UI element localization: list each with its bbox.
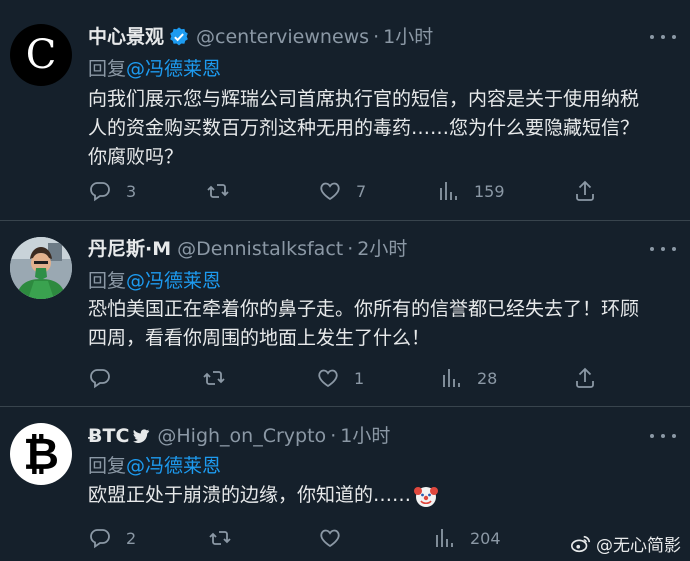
retweet-button[interactable] [202, 363, 240, 393]
retweet-icon [209, 531, 231, 545]
heart-icon [320, 529, 340, 548]
author-name[interactable]: ɃTC [88, 424, 129, 448]
bird-emoji-icon [131, 426, 151, 446]
share-button[interactable] [573, 363, 597, 393]
tweet-text-line: 欧盟正处于崩溃的边缘，你知道的…… [88, 484, 412, 506]
avatar-letter: ₿ [23, 428, 59, 480]
share-icon [576, 367, 594, 388]
heart-icon [318, 369, 338, 388]
reply-button[interactable]: 3 [88, 176, 136, 206]
reply-button[interactable] [88, 363, 126, 393]
reply-prefix: 回复 [88, 455, 127, 477]
watermark: @无心简影 [569, 531, 681, 556]
author-handle[interactable]: @Dennistalksfact [177, 237, 343, 261]
like-button[interactable] [318, 523, 356, 553]
tweet-text-line: 人的资金购买数百万剂这种无用的毒药……您为什么要隐藏短信？ [88, 117, 640, 139]
reply-context: 回复@冯德莱恩 [88, 57, 221, 81]
views-button[interactable]: 204 [432, 523, 501, 553]
tweet-text-line: 你腐败吗？ [88, 146, 184, 168]
like-count: 7 [356, 181, 367, 201]
tweet[interactable]: 丹尼斯·M @Dennistalksfact · 2小时 回复@冯德莱恩 恐怕美… [0, 221, 690, 407]
separator-dot: · [373, 26, 380, 48]
retweet-button[interactable] [208, 523, 246, 553]
like-button[interactable]: 7 [318, 176, 366, 206]
reply-icon [90, 182, 110, 202]
separator-dot: · [347, 238, 354, 260]
timestamp[interactable]: 2小时 [357, 237, 407, 261]
avatar-letter: C [25, 32, 57, 78]
mention-link[interactable]: @冯德莱恩 [126, 270, 221, 292]
avatar[interactable]: ₿ [10, 423, 72, 485]
verified-badge-icon [168, 26, 190, 48]
reply-prefix: 回复 [88, 58, 127, 80]
views-icon [440, 182, 457, 200]
like-button[interactable]: 1 [316, 363, 364, 393]
views-icon [436, 529, 453, 547]
reply-icon [90, 529, 110, 549]
mention-link[interactable]: @冯德莱恩 [126, 58, 221, 80]
tweet-text: 欧盟正处于崩溃的边缘，你知道的…… [88, 481, 684, 510]
author-handle[interactable]: @High_on_Crypto [157, 424, 326, 448]
watermark-text: @无心简影 [596, 536, 681, 556]
tweet-text-line: 恐怕美国正在牵着你的鼻子走。你所有的信誉都已经失去了！环顾 [88, 298, 640, 320]
reply-button[interactable]: 2 [88, 523, 136, 553]
views-button[interactable]: 28 [439, 363, 497, 393]
reply-prefix: 回复 [88, 270, 127, 292]
avatar[interactable] [10, 237, 72, 299]
tweet[interactable]: C 中心景观 @centerviewnews · 1小时 回复@冯德莱恩 向我们… [0, 0, 690, 221]
avatar-photo [10, 237, 72, 299]
reply-count: 3 [126, 181, 137, 201]
clown-emoji-icon [413, 483, 439, 509]
reply-context: 回复@冯德莱恩 [88, 269, 221, 293]
action-bar: 3 7 159 [88, 176, 598, 206]
weibo-logo-icon [571, 535, 591, 552]
tweet-text-line: 四周，看看你周围的地面上发生了什么！ [88, 327, 431, 349]
heart-icon [320, 182, 340, 201]
more-options-icon[interactable] [650, 239, 676, 259]
action-bar: 1 28 [88, 363, 598, 393]
views-count: 28 [477, 368, 498, 388]
reply-context: 回复@冯德莱恩 [88, 454, 221, 478]
author-name[interactable]: 中心景观 [88, 25, 164, 49]
retweet-icon [207, 184, 229, 198]
reply-count: 2 [126, 528, 137, 548]
author-handle[interactable]: @centerviewnews [196, 25, 369, 49]
timestamp[interactable]: 1小时 [383, 25, 433, 49]
views-button[interactable]: 159 [436, 176, 505, 206]
tweet-text: 恐怕美国正在牵着你的鼻子走。你所有的信誉都已经失去了！环顾 四周，看看你周围的地… [88, 295, 684, 353]
views-count: 159 [474, 181, 505, 201]
share-icon [576, 180, 594, 201]
author-name[interactable]: 丹尼斯·M [88, 237, 171, 261]
more-options-icon[interactable] [650, 426, 676, 446]
avatar[interactable]: C [10, 24, 72, 86]
reply-icon [90, 369, 110, 389]
views-count: 204 [470, 528, 501, 548]
views-icon [443, 369, 460, 387]
more-options-icon[interactable] [650, 27, 676, 47]
mention-link[interactable]: @冯德莱恩 [126, 455, 221, 477]
retweet-button[interactable] [206, 176, 244, 206]
timestamp[interactable]: 1小时 [340, 424, 390, 448]
tweet-text: 向我们展示您与辉瑞公司首席执行官的短信，内容是关于使用纳税 人的资金购买数百万剂… [88, 85, 684, 172]
like-count: 1 [354, 368, 365, 388]
action-bar: 2 204 [88, 523, 598, 553]
separator-dot: · [330, 425, 337, 447]
share-button[interactable] [573, 176, 597, 206]
retweet-icon [203, 371, 225, 385]
tweet-text-line: 向我们展示您与辉瑞公司首席执行官的短信，内容是关于使用纳税 [88, 88, 640, 110]
